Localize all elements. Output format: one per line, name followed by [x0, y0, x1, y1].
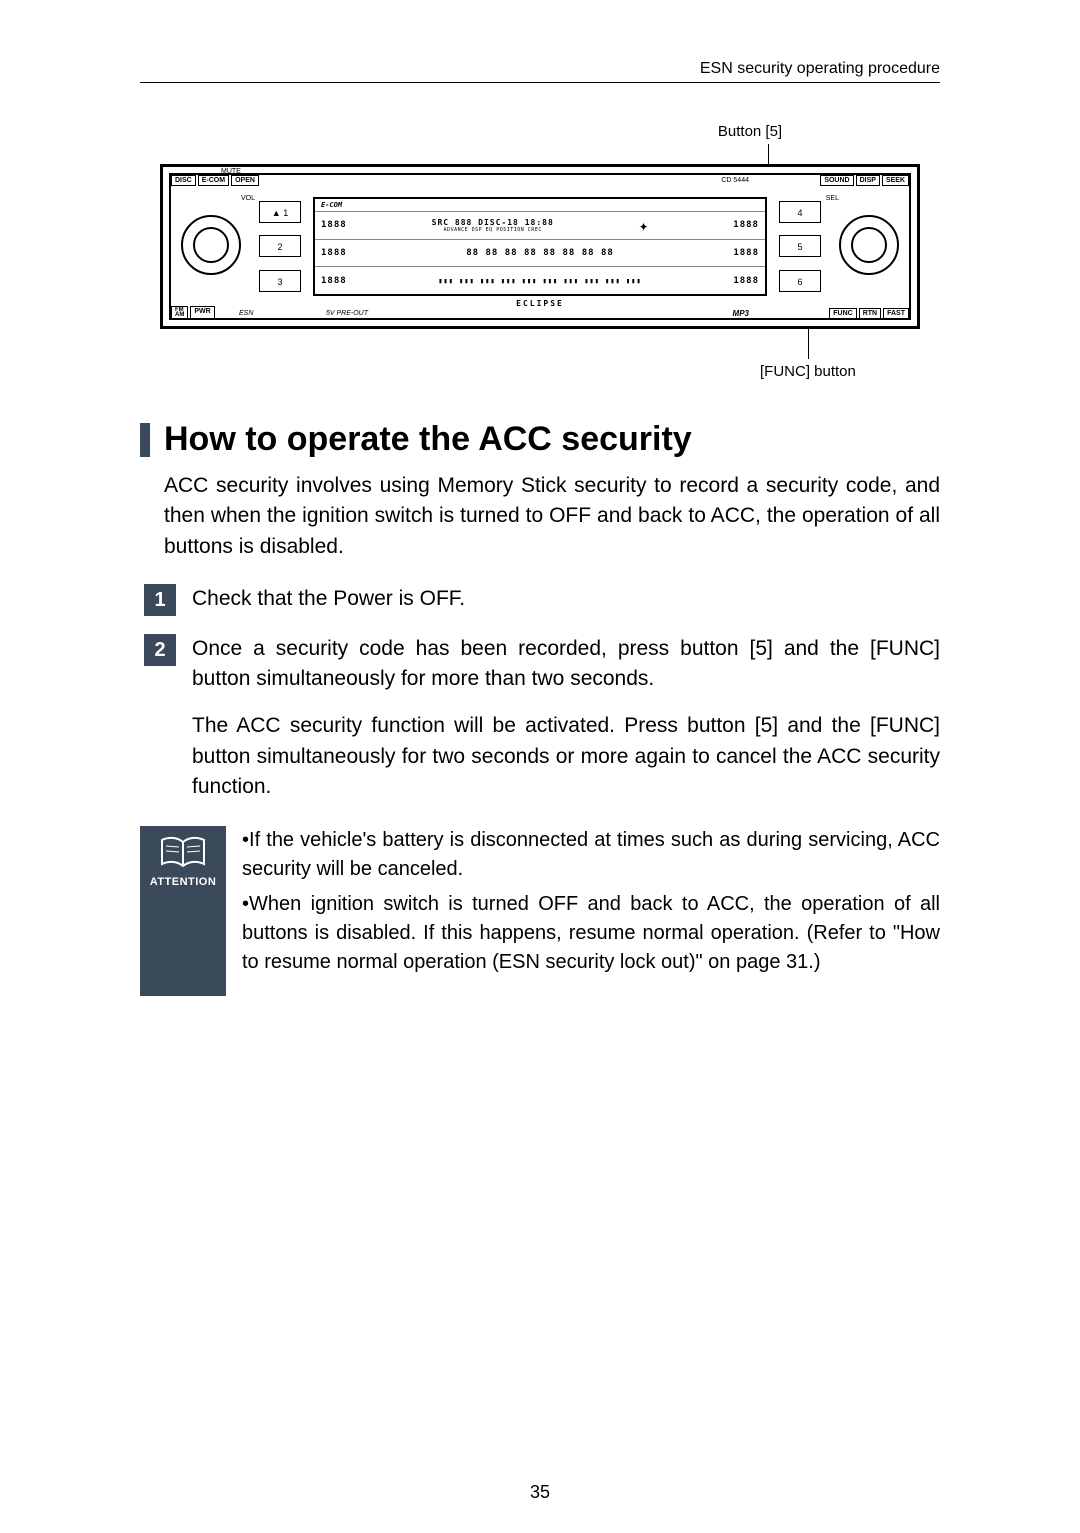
callout-button-5-pointer [768, 144, 769, 164]
step-2: 2 Once a security code has been recorded… [144, 634, 940, 693]
lcd-row-2: 1888 88 88 88 88 88 88 88 88 1888 [315, 239, 765, 267]
top-right-chip-group: SOUND DISP SEEK [820, 175, 909, 186]
chip-seek: SEEK [882, 175, 909, 186]
preset-4: 4 [779, 201, 821, 223]
chip-fast: FAST [883, 308, 909, 319]
lcd-r3-mid: ▮▮▮ ▮▮▮ ▮▮▮ ▮▮▮ ▮▮▮ ▮▮▮ ▮▮▮ ▮▮▮ ▮▮▮ ▮▮▮ [438, 277, 641, 285]
lcd-row-1: 1888 SRC 888 DISC-18 18:88 ADVANCE DSP E… [315, 211, 765, 239]
esn-label: ESN [239, 310, 253, 317]
chip-disc: DISC [171, 175, 196, 186]
step-2-number: 2 [144, 634, 176, 666]
stereo-lcd: E-COM 1888 SRC 888 DISC-18 18:88 ADVANCE… [313, 197, 767, 296]
attention-body: •If the vehicle's battery is disconnecte… [242, 826, 940, 996]
lcd-r2-left: 1888 [321, 248, 347, 258]
chip-pwr: PWR [190, 306, 214, 321]
volume-dial [181, 215, 241, 275]
chip-fm-am: FM AM [171, 306, 188, 321]
attention-label: ATTENTION [144, 876, 222, 888]
vol-label: VOL [241, 195, 255, 202]
stereo-bottom-row: FM AM PWR ESN 5V PRE-OUT MP3 FUNC RTN FA… [171, 304, 909, 322]
nav-rose-icon: ✦ [639, 216, 649, 235]
step-1: 1 Check that the Power is OFF. [144, 584, 940, 616]
lcd-row-3: 1888 ▮▮▮ ▮▮▮ ▮▮▮ ▮▮▮ ▮▮▮ ▮▮▮ ▮▮▮ ▮▮▮ ▮▮▮… [315, 266, 765, 294]
callout-button-5-label: Button [5] [580, 123, 920, 140]
lcd-r3-left: 1888 [321, 276, 347, 286]
open-book-icon [160, 836, 206, 870]
intro-paragraph: ACC security involves using Memory Stick… [164, 471, 940, 562]
lcd-top-strip: E-COM [315, 199, 765, 211]
stereo-diagram: Button [5] DISC E-COM OPEN MUTE CD 5444 … [160, 123, 920, 380]
preset-6: 6 [779, 270, 821, 292]
lcd-r2-right: 1888 [733, 248, 759, 258]
brand-logo-text: E-COM [321, 201, 342, 209]
callout-func-label: [FUNC] button [760, 363, 920, 380]
lcd-r1-indicators: ADVANCE DSP EQ POSITION CREC [444, 227, 542, 233]
attention-block: ATTENTION •If the vehicle's battery is d… [140, 826, 940, 996]
cd-model-label: CD 5444 [721, 177, 749, 184]
step-2-detail: The ACC security function will be activa… [192, 711, 940, 802]
preset-buttons-right: 4 5 6 [779, 195, 821, 298]
lcd-r2-mid: 88 88 88 88 88 88 88 88 [466, 248, 614, 258]
stereo-top-row: DISC E-COM OPEN MUTE CD 5444 SOUND DISP … [171, 171, 909, 189]
lcd-r1-right: 1888 [733, 220, 759, 230]
preset-3: 3 [259, 270, 301, 292]
attention-bullet-2: •When ignition switch is turned OFF and … [242, 890, 940, 977]
preout-label: 5V PRE-OUT [326, 310, 368, 317]
step-2-title: Once a security code has been recorded, … [192, 634, 940, 693]
lcd-r3-right: 1888 [733, 276, 759, 286]
preset-1: ▲ 1 [259, 201, 301, 223]
chip-sound: SOUND [820, 175, 853, 186]
chip-func: FUNC [829, 308, 856, 319]
page-title: How to operate the ACC security [164, 420, 692, 459]
mp3-label: MP3 [733, 309, 749, 318]
top-left-chip-group: DISC E-COM OPEN [171, 175, 259, 186]
chip-disp: DISP [856, 175, 880, 186]
lcd-r1-left: 1888 [321, 220, 347, 230]
preset-5: 5 [779, 235, 821, 257]
page-header: ESN security operating procedure [140, 60, 940, 83]
step-1-title: Check that the Power is OFF. [192, 584, 940, 616]
bottom-left-chip-group: FM AM PWR [171, 306, 215, 321]
select-dial [839, 215, 899, 275]
sel-label: SEL [826, 195, 839, 202]
attention-bullet-2-text: When ignition switch is turned OFF and b… [242, 893, 940, 973]
lcd-r1-mid: SRC 888 DISC-18 18:88 [432, 218, 554, 227]
chip-open: OPEN [231, 175, 259, 186]
attention-badge: ATTENTION [140, 826, 226, 996]
heading-accent-bar [140, 423, 150, 457]
page-number: 35 [0, 1482, 1080, 1503]
chip-rtn: RTN [859, 308, 881, 319]
chip-ecom: E-COM [198, 175, 229, 186]
preset-buttons-left: ▲ 1 2 3 [259, 195, 301, 298]
mute-label: MUTE [221, 168, 241, 175]
preset-2: 2 [259, 235, 301, 257]
bottom-right-chip-group: FUNC RTN FAST [829, 308, 909, 319]
step-1-number: 1 [144, 584, 176, 616]
breadcrumb: ESN security operating procedure [700, 60, 940, 77]
attention-bullet-1: •If the vehicle's battery is disconnecte… [242, 826, 940, 884]
attention-bullet-1-text: If the vehicle's battery is disconnected… [242, 829, 940, 880]
callout-func-pointer [808, 329, 809, 359]
car-stereo-faceplate: DISC E-COM OPEN MUTE CD 5444 SOUND DISP … [160, 164, 920, 329]
section-heading: How to operate the ACC security [140, 420, 940, 459]
